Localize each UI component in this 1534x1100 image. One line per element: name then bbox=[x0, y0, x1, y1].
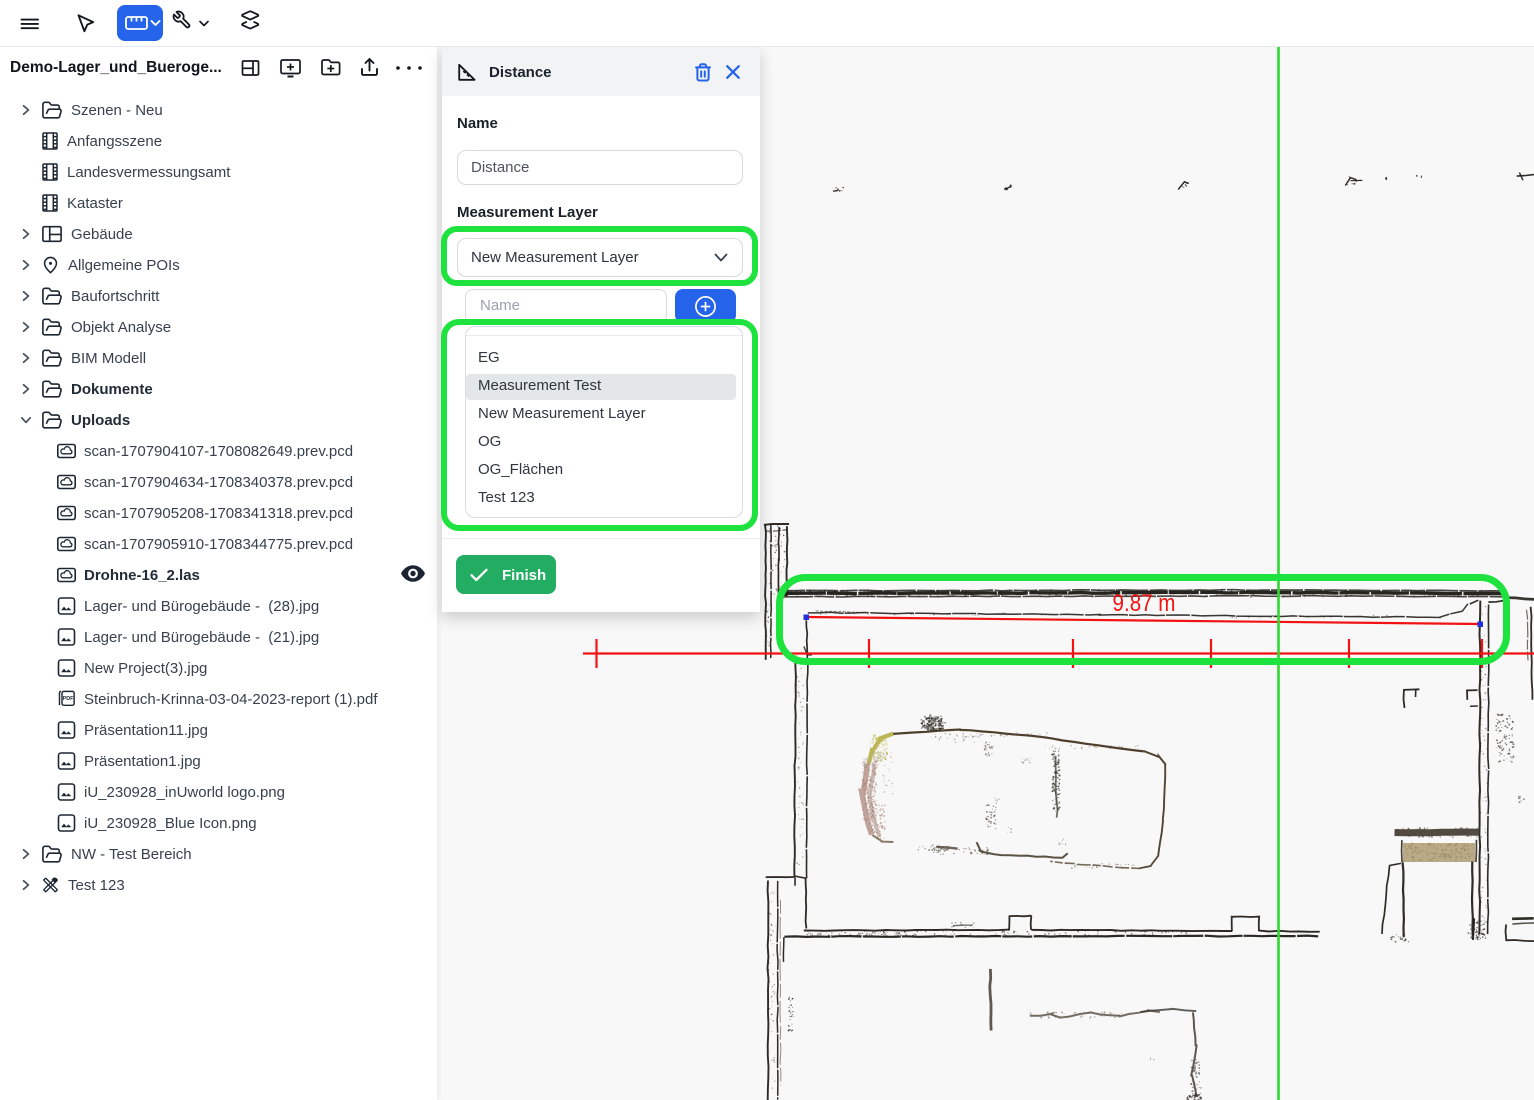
svg-text:9.87 m: 9.87 m bbox=[1113, 589, 1176, 616]
svg-text:PDF: PDF bbox=[63, 696, 74, 702]
